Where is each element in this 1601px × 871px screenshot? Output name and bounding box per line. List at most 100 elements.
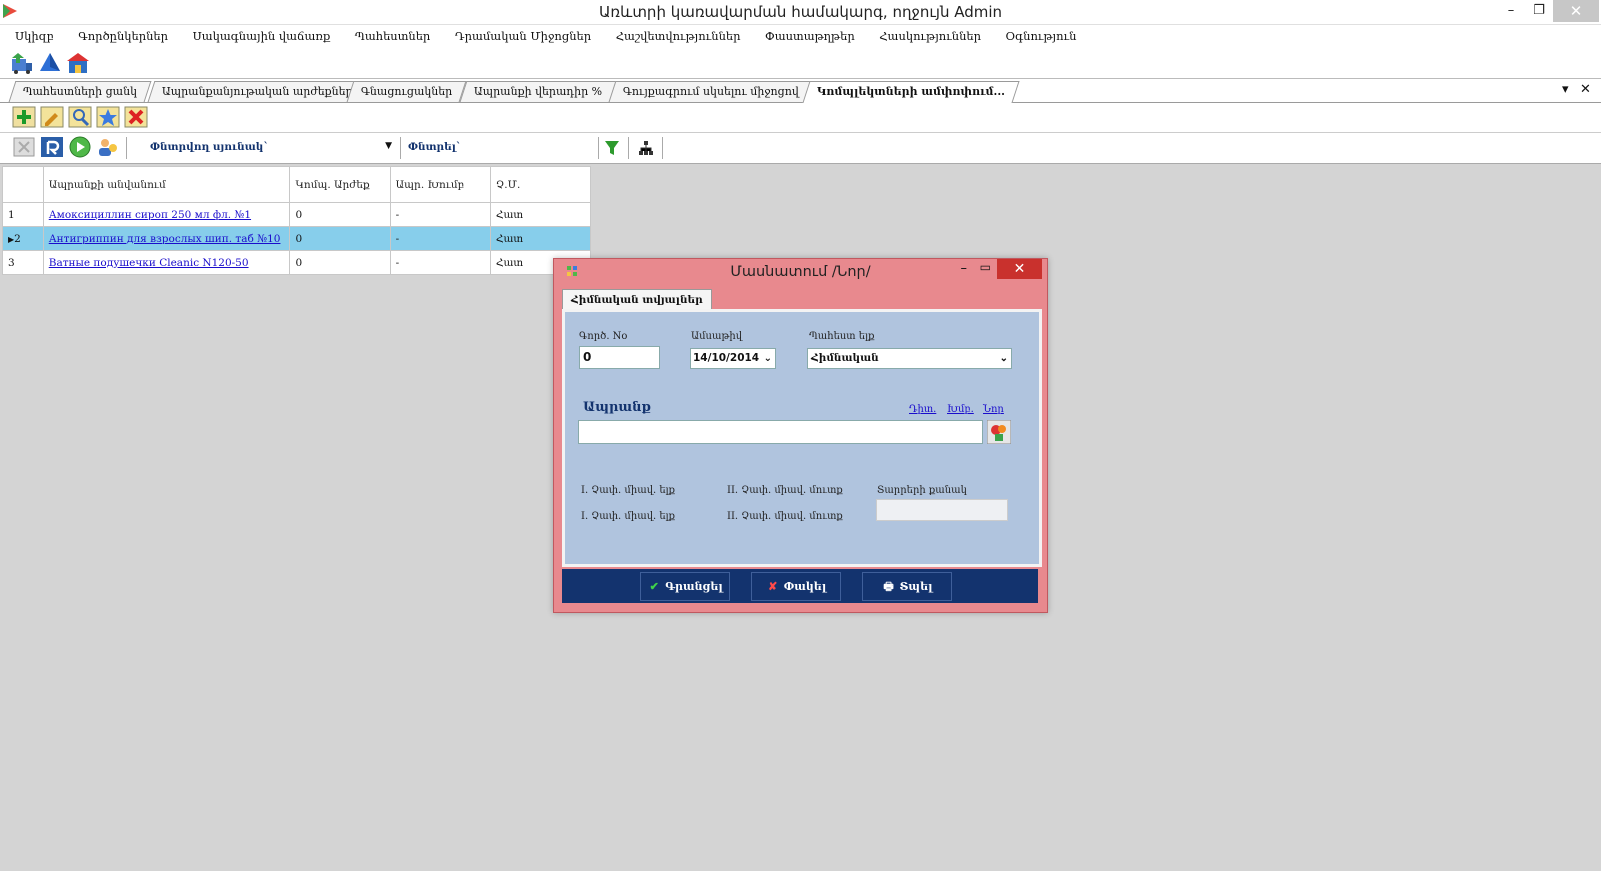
star-icon[interactable]: [96, 106, 120, 128]
search-input[interactable]: [462, 138, 596, 158]
dialog-close-button[interactable]: ✕: [997, 259, 1042, 279]
warehouse-truck-icon[interactable]: [10, 51, 34, 75]
dialog-title: Մասնատում /Նոր/: [730, 264, 871, 280]
toolbar-separator: [598, 137, 599, 159]
table-row[interactable]: 3 Ватные подушечки Cleanic N120-50 0 - Հ…: [2, 250, 592, 275]
close-button[interactable]: ✘ Փակել: [751, 572, 841, 601]
qty-label: Տարրերի քանակ: [877, 485, 967, 496]
toolbar-separator: [662, 137, 663, 159]
clear-icon[interactable]: [12, 136, 36, 158]
new-link[interactable]: Նոր: [983, 404, 1004, 415]
users-icon[interactable]: [96, 136, 120, 158]
search-column-label: Փնտրվող սյունակ`: [150, 141, 269, 153]
menu-item-partners[interactable]: Գործընկերներ: [78, 25, 168, 47]
close-x-icon: ✘: [768, 580, 778, 593]
tab-main-data[interactable]: Հիմնական տվյալներ: [562, 289, 712, 310]
search-label: Փնտրել`: [408, 141, 462, 153]
table-row-selected[interactable]: ▶2 Антигриппин для взрослых шип. таб №10…: [2, 226, 592, 251]
tab-close-icon[interactable]: ✕: [1580, 82, 1591, 97]
product-link[interactable]: Ватные подушечки Cleanic N120-50: [49, 257, 249, 269]
close-window-button[interactable]: ✕: [1553, 0, 1599, 22]
product-link[interactable]: Амоксициллин сироп 250 мл фл. №1: [49, 209, 251, 221]
warehouse-value: Հիմնական: [811, 352, 879, 364]
unit-cell: Հատ: [489, 202, 592, 227]
title-bar: Առևտրի կառավարման համակարգ, ողջույն Admi…: [0, 0, 1601, 25]
qty-input[interactable]: [876, 499, 1008, 521]
row-number: 1: [2, 202, 44, 227]
toolbar-separator: [628, 137, 629, 159]
date-label: Ամսաթիվ: [691, 331, 743, 342]
header-product-group[interactable]: Ապր. Խումբ: [389, 166, 491, 203]
row-number: 2: [14, 232, 21, 245]
product-link[interactable]: Антигриппин для взрослых шип. таб №10: [49, 233, 281, 245]
tab-kits-summary[interactable]: Կոմպլեկտների ամփոփում...: [802, 81, 1020, 103]
tab-markup[interactable]: Ապրանքի վերադիր %: [459, 81, 617, 102]
header-unit[interactable]: Չ.Մ.: [489, 166, 592, 203]
tab-warehouse-list[interactable]: Պահեստների ցանկ: [8, 81, 152, 102]
row-number: 3: [2, 250, 44, 275]
menu-item-sales[interactable]: Սակագնային վաճառք: [193, 25, 331, 47]
warehouse-select[interactable]: Հիմնական ⌄: [807, 348, 1012, 369]
refresh-icon[interactable]: [40, 136, 64, 158]
delete-icon[interactable]: [124, 106, 148, 128]
header-product-name[interactable]: Ապրանքի անվանում: [42, 166, 291, 203]
header-row-number: [2, 166, 44, 203]
unit2-in-label: II. Չափ. միավ. մուտք: [727, 485, 843, 496]
tab-goods-values[interactable]: Ապրանքանյութական արժեքներ...: [147, 81, 378, 102]
doc-no-input[interactable]: 0: [579, 346, 660, 369]
filter-icon[interactable]: [604, 140, 620, 156]
kit-value-cell: 0: [289, 226, 391, 251]
menu-item-warehouses[interactable]: Պահեստներ: [355, 25, 431, 47]
chevron-down-icon: ⌄: [999, 353, 1008, 364]
window-title: Առևտրի կառավարման համակարգ, ողջույն Admi…: [598, 3, 1003, 21]
toolbar-separator: [400, 137, 401, 159]
menu-item-start[interactable]: Սկիզբ: [15, 25, 54, 47]
quick-icon-bar: [0, 47, 1601, 79]
menu-item-properties[interactable]: Հասկություններ: [879, 25, 981, 47]
date-picker[interactable]: 14/10/2014 ⌄: [690, 348, 776, 369]
header-kit-value[interactable]: Կոմպ. Արժեք: [289, 166, 391, 203]
dialog-body: Գործ. No 0 Ամսաթիվ 14/10/2014 ⌄ Պահեստ ե…: [562, 309, 1042, 567]
kit-value-cell: 0: [289, 202, 391, 227]
menu-item-reports[interactable]: Հաշվետվություններ: [616, 25, 741, 47]
unit1-out-label-2: I. Չափ. միավ. ելք: [581, 511, 676, 522]
menu-item-documents[interactable]: Փաստաթղթեր: [765, 25, 855, 47]
table-row[interactable]: 1 Амоксициллин сироп 250 мл фл. №1 0 - Հ…: [2, 202, 592, 227]
menu-item-cash[interactable]: Դրամական Միջոցներ: [455, 25, 591, 47]
store-icon[interactable]: [66, 51, 90, 75]
product-label: Ապրանք: [583, 400, 652, 415]
edit-icon[interactable]: [40, 106, 64, 128]
date-value: 14/10/2014: [693, 352, 760, 364]
group-cell: -: [389, 226, 491, 251]
chevron-down-icon: ⌄: [763, 353, 772, 364]
view-link[interactable]: Դիտ.: [909, 404, 936, 415]
play-icon[interactable]: [68, 136, 92, 158]
edit-link[interactable]: Խմբ.: [947, 404, 974, 415]
add-icon[interactable]: [12, 106, 36, 128]
toolbar-separator: [126, 137, 127, 159]
document-tabs: Պահեստների ցանկ Ապրանքանյութական արժեքնե…: [0, 79, 1601, 103]
product-input[interactable]: [578, 420, 983, 444]
save-button[interactable]: ✔ Գրանցել: [640, 572, 730, 601]
tab-inventory[interactable]: Գույքագրում սկսելու միջոցով: [608, 81, 814, 102]
group-cell: -: [389, 202, 491, 227]
pyramid-icon[interactable]: [38, 51, 62, 75]
search-column-select[interactable]: ▼: [270, 138, 396, 158]
dialog-footer: ✔ Գրանցել ✘ Փակել 🖶 Տպել: [562, 569, 1038, 603]
tab-dropdown-icon[interactable]: ▾: [1562, 82, 1569, 97]
doc-no-label: Գործ. No: [579, 331, 628, 342]
product-picker-icon[interactable]: [987, 420, 1011, 444]
restore-icon[interactable]: ❐: [1524, 0, 1554, 22]
tab-price-lists[interactable]: Գնացուցակներ: [346, 81, 467, 102]
minimize-icon[interactable]: –: [1496, 0, 1526, 22]
print-button[interactable]: 🖶 Տպել: [862, 572, 952, 601]
chevron-down-icon: ▼: [385, 141, 392, 151]
view-icon[interactable]: [68, 106, 92, 128]
action-toolbar: [0, 103, 1601, 133]
dialog-maximize-icon[interactable]: ▭: [980, 260, 991, 274]
menu-item-help[interactable]: Օգնություն: [1006, 25, 1077, 47]
dialog-minimize-icon[interactable]: –: [961, 261, 968, 276]
hierarchy-icon[interactable]: [638, 140, 654, 156]
dialog-title-bar: Մասնատում /Նոր/ – ▭ ✕: [554, 259, 1047, 285]
menu-bar: Սկիզբ Գործընկերներ Սակագնային վաճառք Պահ…: [0, 25, 1601, 47]
